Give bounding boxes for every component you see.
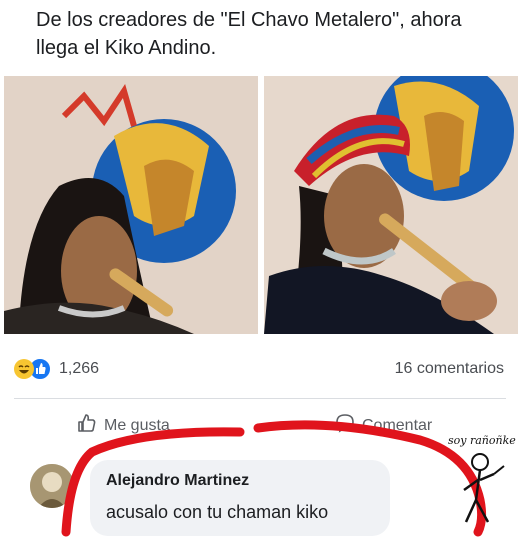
commenter-avatar[interactable] (30, 464, 74, 508)
comment-bubble-icon (334, 412, 356, 439)
reactions-summary[interactable]: 1,266 (14, 358, 99, 380)
comment-label: Comentar (362, 416, 433, 434)
post-photo-right[interactable] (264, 76, 518, 334)
comments-count-link[interactable]: 16 comentarios (395, 360, 504, 378)
post-photo-left[interactable] (4, 76, 258, 334)
watermark-logo: soy rañoñker (446, 430, 520, 530)
actions-divider (14, 398, 506, 399)
post-caption: De los creadores de "El Chavo Metalero",… (36, 9, 462, 59)
reaction-count: 1,266 (59, 360, 100, 377)
comment-bubble: Alejandro Martinez acusalo con tu chaman… (90, 460, 390, 536)
like-label: Me gusta (104, 416, 170, 434)
thumbs-up-icon (76, 412, 98, 439)
haha-icon (14, 359, 34, 379)
reaction-stats-bar: 1,266 16 comentarios (0, 350, 520, 386)
comment-button[interactable]: Comentar (334, 412, 432, 439)
svg-text:soy rañoñker: soy rañoñker (448, 434, 516, 447)
comment-text: acusalo con tu chaman kiko (106, 502, 329, 522)
comment-author[interactable]: Alejandro Martinez (106, 472, 249, 490)
post-actions-bar: Me gusta Comentar (0, 406, 520, 442)
post-photos[interactable] (4, 76, 518, 336)
like-button[interactable]: Me gusta (76, 412, 170, 439)
